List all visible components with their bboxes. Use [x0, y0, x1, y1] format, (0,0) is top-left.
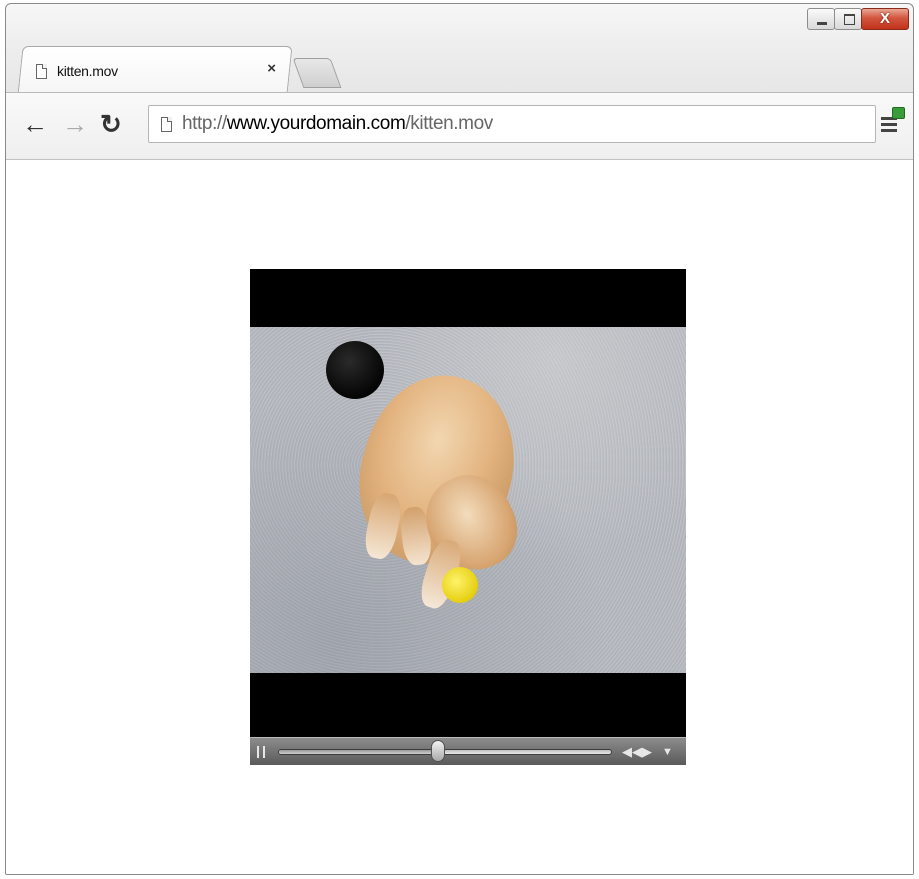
- rewind-icon[interactable]: ◀◀: [622, 743, 642, 761]
- back-button[interactable]: ←: [22, 111, 48, 137]
- browser-window: X kitten.mov × ← → ↻ http://www.yourdoma…: [5, 3, 914, 875]
- chrome-menu-button[interactable]: [879, 107, 905, 137]
- reload-button[interactable]: ↻: [100, 111, 122, 137]
- navigation-toolbar: ← → ↻ http://www.yourdomain.com/kitten.m…: [6, 92, 913, 160]
- yellow-toy: [442, 567, 478, 603]
- url-text: http://www.yourdomain.com/kitten.mov: [182, 113, 493, 135]
- video-controls: ◀◀ ▶ ▼: [250, 737, 686, 765]
- black-ball: [326, 341, 384, 399]
- page-icon: [36, 63, 47, 79]
- page-icon: [161, 116, 172, 132]
- menu-icon-bar: [881, 129, 897, 132]
- seek-handle[interactable]: [431, 740, 446, 762]
- menu-icon-bar: [881, 123, 897, 126]
- address-bar[interactable]: http://www.yourdomain.com/kitten.mov: [148, 105, 876, 143]
- url-path: /kitten.mov: [405, 113, 493, 134]
- url-scheme: http://: [182, 113, 227, 134]
- maximize-icon: [844, 14, 855, 25]
- video-player[interactable]: ◀◀ ▶ ▼: [250, 269, 686, 765]
- minimize-button[interactable]: [807, 8, 835, 30]
- tab-close-button[interactable]: ×: [267, 60, 276, 77]
- pause-icon[interactable]: [257, 746, 265, 758]
- url-host: www.yourdomain.com: [226, 113, 406, 134]
- chevron-down-icon[interactable]: ▼: [662, 743, 673, 761]
- tab-content: kitten.mov ×: [36, 56, 286, 86]
- minimize-icon: [817, 22, 827, 25]
- maximize-button[interactable]: [834, 8, 862, 30]
- page-viewport: ◀◀ ▶ ▼: [6, 160, 913, 874]
- new-tab-button[interactable]: [292, 58, 342, 88]
- close-window-button[interactable]: X: [861, 8, 909, 30]
- update-badge-icon: [892, 107, 905, 119]
- forward-button[interactable]: →: [62, 111, 88, 137]
- tab-strip: kitten.mov ×: [6, 40, 913, 95]
- window-controls: X: [807, 8, 909, 30]
- video-frame: [250, 327, 686, 673]
- seek-progress: [279, 750, 439, 754]
- play-icon[interactable]: ▶: [642, 743, 652, 761]
- tab-title: kitten.mov: [57, 63, 118, 79]
- close-icon: X: [879, 10, 890, 27]
